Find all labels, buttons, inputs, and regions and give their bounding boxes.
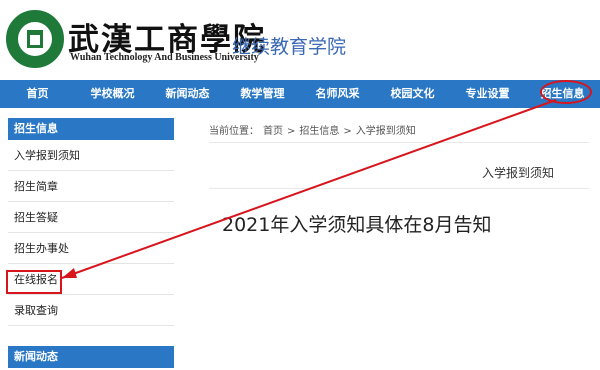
main-nav: 首页 学校概况 新闻动态 教学管理 名师风采 校园文化 专业设置 招生信息 [0, 80, 600, 108]
nav-item-about[interactable]: 学校概况 [75, 80, 150, 108]
sidebar-item-admission-query[interactable]: 录取查询 [8, 295, 174, 326]
breadcrumb-current: 入学报到须知 [355, 126, 416, 137]
breadcrumb-prefix: 当前位置： [209, 126, 259, 137]
site-header: 武漢工商學院 Wuhan Technology And Business Uni… [0, 0, 600, 80]
logo-gate-icon [27, 30, 43, 48]
nav-item-teaching[interactable]: 教学管理 [225, 80, 300, 108]
sidebar-item-brochure[interactable]: 招生简章 [8, 171, 174, 202]
annotation-box [6, 270, 62, 294]
sidebar-list: 入学报到须知 招生简章 招生答疑 招生办事处 在线报名 录取查询 [8, 140, 174, 326]
sidebar-news-title: 新闻动态 [8, 346, 174, 368]
article-title: 2021年入学须知具体在8月告知 [222, 214, 492, 236]
breadcrumb-admissions[interactable]: 招生信息 [299, 126, 339, 137]
nav-item-campus[interactable]: 校园文化 [375, 80, 450, 108]
annotation-circle [540, 80, 592, 104]
article-label: 入学报到须知 [482, 166, 555, 180]
sidebar-item-enrollment-notice[interactable]: 入学报到须知 [8, 140, 174, 171]
sidebar-item-offices[interactable]: 招生办事处 [8, 233, 174, 264]
nav-item-teachers[interactable]: 名师风采 [300, 80, 375, 108]
breadcrumb-home[interactable]: 首页 [263, 126, 283, 137]
nav-item-majors[interactable]: 专业设置 [450, 80, 525, 108]
school-logo-icon[interactable] [6, 10, 64, 68]
logo-emblem [16, 20, 54, 58]
sidebar-item-faq[interactable]: 招生答疑 [8, 202, 174, 233]
breadcrumb-separator: > [287, 126, 296, 137]
nav-item-news[interactable]: 新闻动态 [150, 80, 225, 108]
divider [209, 142, 589, 143]
sidebar-section-title: 招生信息 [8, 118, 174, 140]
nav-item-home[interactable]: 首页 [0, 80, 75, 108]
breadcrumb-separator: > [343, 126, 352, 137]
school-name-en: Wuhan Technology And Business University [70, 52, 259, 63]
divider [209, 188, 589, 189]
college-name: 继续教育学院 [232, 36, 347, 58]
breadcrumb: 当前位置： 首页 > 招生信息 > 入学报到须知 [209, 122, 420, 137]
